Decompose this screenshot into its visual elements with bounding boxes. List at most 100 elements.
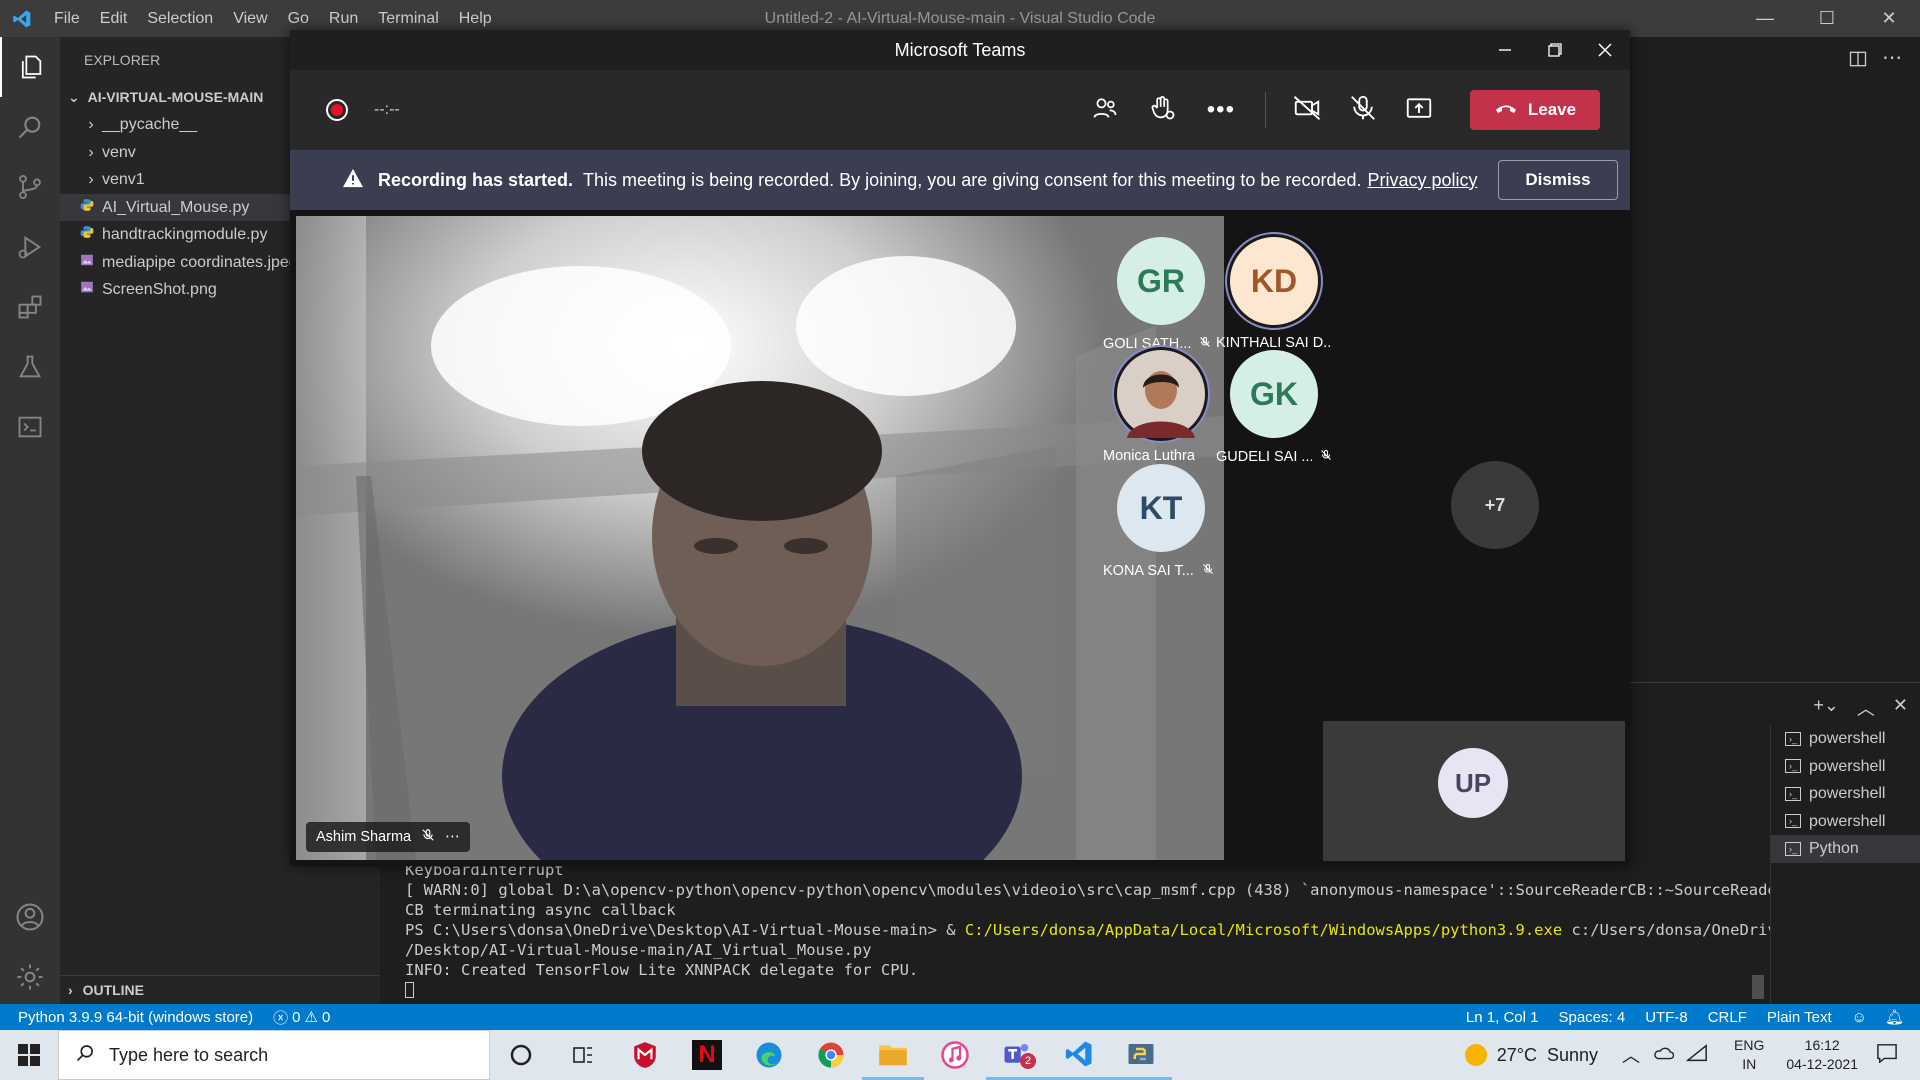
notifications-bell-icon[interactable]: 🔔︎ (1885, 1008, 1904, 1026)
indentation[interactable]: Spaces: 4 (1558, 1009, 1625, 1026)
run-debug-icon[interactable] (0, 217, 60, 277)
participant-name: GUDELI SAI ... (1216, 449, 1312, 465)
menu-item[interactable]: Terminal (378, 10, 438, 27)
clock[interactable]: 16:12 04-12-2021 (1786, 1036, 1858, 1074)
close-panel-icon[interactable]: ✕ (1893, 695, 1908, 721)
accounts-icon[interactable] (0, 887, 60, 947)
itunes-icon[interactable] (924, 1030, 986, 1080)
teams-taskbar-icon[interactable]: 2 (986, 1030, 1048, 1080)
onedrive-icon[interactable] (1652, 1045, 1675, 1066)
netflix-icon[interactable]: N (676, 1030, 738, 1080)
teams-close-button[interactable] (1580, 30, 1630, 70)
leave-button[interactable]: Leave (1470, 90, 1600, 130)
reactions-icon[interactable] (1149, 94, 1177, 127)
start-button[interactable] (0, 1030, 58, 1080)
teams-restore-button[interactable] (1530, 30, 1580, 70)
participants-icon[interactable] (1091, 94, 1119, 127)
maximize-button[interactable]: ☐ (1796, 0, 1858, 37)
split-editor-icon[interactable] (1848, 49, 1868, 74)
terminal-output[interactable]: KeyboardInterrupt[ WARN:0] global D:\a\o… (380, 860, 1786, 1004)
menu-item[interactable]: Edit (100, 10, 128, 27)
minimize-button[interactable]: — (1734, 0, 1796, 37)
participant-initials: GR (1137, 262, 1185, 299)
speaker-more-icon[interactable]: ⋯ (445, 829, 460, 845)
participant-initials: GK (1250, 375, 1298, 412)
settings-gear-icon[interactable] (0, 947, 60, 1007)
cortana-icon[interactable] (490, 1030, 552, 1080)
terminal-scrollbar[interactable] (1752, 975, 1764, 999)
terminal-tab[interactable]: ›_ powershell (1771, 725, 1920, 753)
share-screen-icon[interactable] (1404, 93, 1434, 128)
chrome-icon[interactable] (800, 1030, 862, 1080)
weather-widget[interactable]: 27°C Sunny (1464, 1044, 1598, 1066)
participant-avatar[interactable]: KD (1230, 237, 1318, 325)
menu-item[interactable]: File (54, 10, 80, 27)
camera-off-icon[interactable] (1292, 93, 1322, 128)
new-terminal-icon[interactable]: +⌄ (1813, 695, 1839, 721)
teams-minimize-button[interactable] (1480, 30, 1530, 70)
line-ending[interactable]: CRLF (1708, 1009, 1747, 1026)
overflow-participants[interactable]: +7 (1451, 461, 1539, 549)
outline-section-header[interactable]: › OUTLINE (60, 975, 380, 1004)
notification-center-icon[interactable] (1876, 1043, 1898, 1068)
extensions-icon[interactable] (0, 277, 60, 337)
mcafee-icon[interactable] (614, 1030, 676, 1080)
warning-count: 0 (321, 1008, 331, 1026)
testing-icon[interactable] (0, 337, 60, 397)
terminal-icon: ›_ (1785, 731, 1801, 746)
terminal-tab[interactable]: ›_ powershell (1771, 780, 1920, 808)
taskbar-search-box[interactable]: Type here to search (58, 1030, 490, 1080)
outline-label: OUTLINE (82, 982, 145, 998)
status-bar: Python 3.9.9 64-bit (windows store) ⓧ 0 ⚠… (0, 1004, 1920, 1030)
remote-explorer-icon[interactable] (0, 397, 60, 457)
participant-avatar[interactable] (1117, 350, 1205, 438)
chevron-right-icon: › (88, 143, 94, 161)
terminal-line: /Desktop/AI-Virtual-Mouse-main/AI_Virtua… (405, 941, 872, 959)
terminal-tab[interactable]: ›_ powershell (1771, 808, 1920, 836)
more-actions-icon[interactable]: ⋯ (1882, 45, 1902, 70)
explorer-icon[interactable] (0, 37, 60, 97)
terminal-tab[interactable]: ›_ Python (1771, 835, 1920, 863)
participant-avatar[interactable]: KT (1117, 464, 1205, 552)
terminal-tab-label: powershell (1809, 757, 1886, 775)
encoding[interactable]: UTF-8 (1645, 1009, 1688, 1026)
terminal-cursor (405, 982, 414, 998)
cursor-position[interactable]: Ln 1, Col 1 (1466, 1009, 1539, 1026)
privacy-policy-link[interactable]: Privacy policy (1367, 170, 1477, 191)
windows-taskbar: Type here to search N 2 27°C Sunny ︿ ENG… (0, 1030, 1920, 1080)
window-controls: — ☐ ✕ (1734, 0, 1920, 37)
teams-window-title: Microsoft Teams (894, 40, 1026, 60)
source-control-icon[interactable] (0, 157, 60, 217)
chevron-right-icon: › (68, 982, 73, 998)
problems-indicator[interactable]: ⓧ 0 ⚠ 0 (273, 1007, 330, 1028)
participant-avatar[interactable]: GR (1117, 237, 1205, 325)
meeting-timer: --:-- (374, 101, 400, 118)
wifi-icon[interactable] (1685, 1043, 1708, 1068)
terminal-icon: ›_ (1785, 841, 1801, 856)
menu-item[interactable]: Help (459, 10, 492, 27)
edge-icon[interactable] (738, 1030, 800, 1080)
terminal-tab[interactable]: ›_ powershell (1771, 753, 1920, 781)
feedback-icon[interactable]: ☺ (1852, 1009, 1867, 1026)
close-button[interactable]: ✕ (1858, 0, 1920, 37)
dismiss-button[interactable]: Dismiss (1498, 160, 1618, 200)
python-taskbar-icon[interactable] (1110, 1030, 1172, 1080)
participant-avatar[interactable]: GK (1230, 350, 1318, 438)
language-mode[interactable]: Plain Text (1767, 1009, 1832, 1026)
warning-icon (342, 168, 364, 193)
show-hidden-icons[interactable]: ︿ (1622, 1042, 1640, 1068)
menu-item[interactable]: Go (288, 10, 309, 27)
menu-item[interactable]: Run (329, 10, 358, 27)
more-options-icon[interactable]: ••• (1207, 96, 1235, 124)
menu-item[interactable]: Selection (147, 10, 213, 27)
search-icon[interactable] (0, 97, 60, 157)
vscode-taskbar-icon[interactable] (1048, 1030, 1110, 1080)
file-explorer-icon[interactable] (862, 1030, 924, 1080)
task-view-icon[interactable] (552, 1030, 614, 1080)
mic-off-icon[interactable] (1348, 93, 1378, 128)
language-indicator[interactable]: ENG IN (1734, 1036, 1764, 1074)
participant-name-row: Monica Luthra (1103, 448, 1219, 464)
maximize-panel-icon[interactable]: ︿ (1857, 695, 1875, 721)
python-interpreter[interactable]: Python 3.9.9 64-bit (windows store) (18, 1009, 253, 1026)
menu-item[interactable]: View (233, 10, 267, 27)
